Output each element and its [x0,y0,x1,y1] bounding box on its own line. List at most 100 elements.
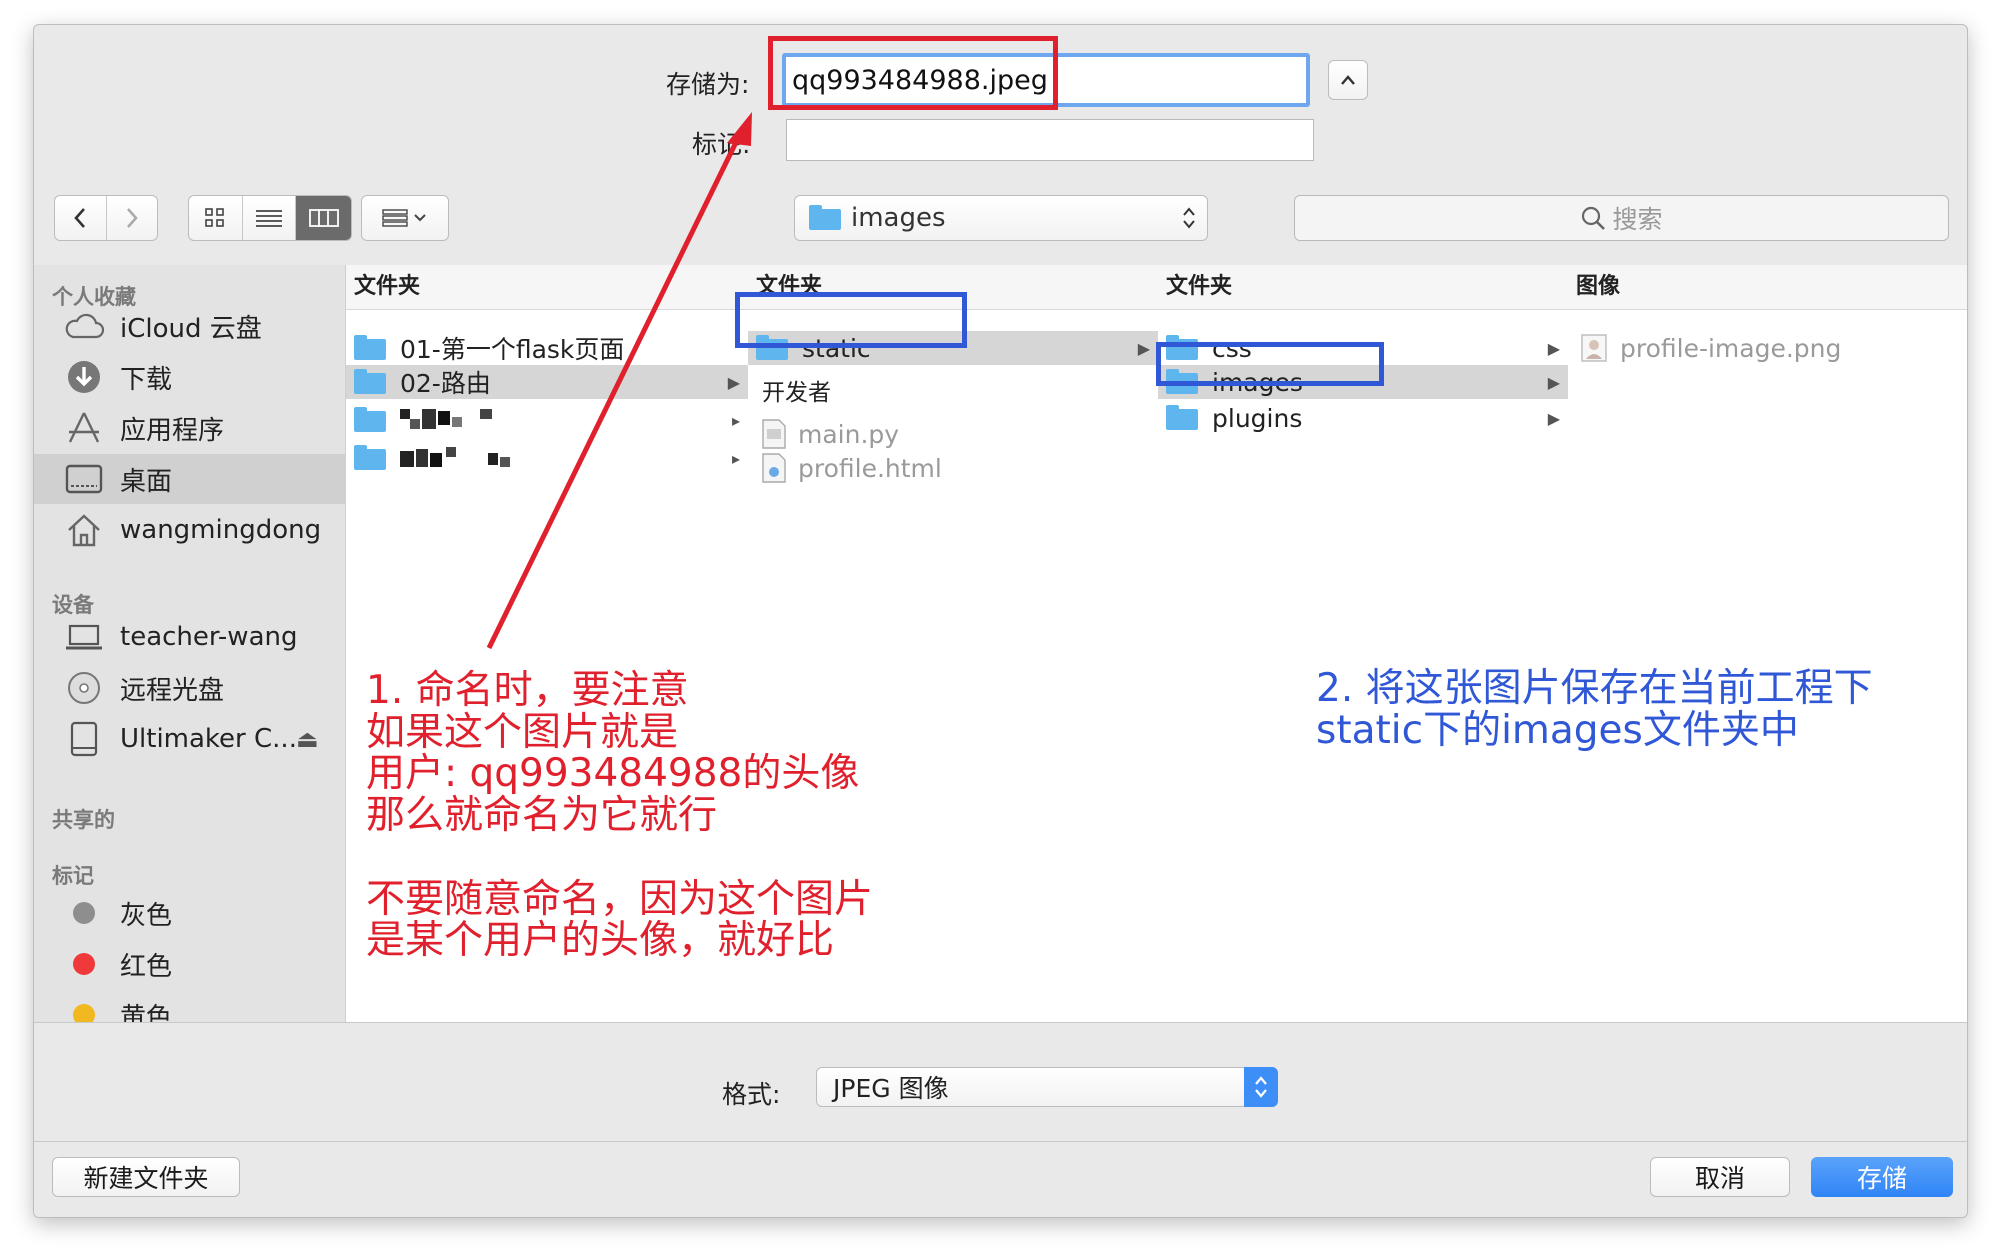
shared-header: 共享的 [52,808,115,832]
updown-icon [1183,207,1195,229]
sidebar-item-remote-disc[interactable]: 远程光盘 [34,663,345,713]
folder-row[interactable]: 01-第一个flask页面 [346,331,748,365]
folder-row[interactable]: 02-路由 ▶ [346,365,748,399]
tag-dot-icon [62,895,106,931]
format-popup[interactable]: JPEG 图像 [816,1067,1278,1107]
search-placeholder: 搜索 [1612,205,1663,234]
folder-icon [354,369,386,394]
python-file-icon [762,419,786,449]
chevron-right-icon [126,208,138,228]
folder-icon [809,205,841,230]
folder-label: 01-第一个flask页面 [400,335,625,364]
sidebar-item-desktop[interactable]: 桌面 [34,454,345,504]
file-row: main.py [748,417,1158,451]
file-label: profile.html [798,453,942,483]
arrange-button[interactable] [361,195,449,241]
sidebar-item-label: 远程光盘 [120,675,225,706]
cancel-button[interactable]: 取消 [1650,1157,1790,1197]
icon-view-button[interactable] [189,196,243,240]
sidebar-item-teacher-wang[interactable]: teacher-wang [34,612,345,662]
sidebar-item-label: 黄色 [120,1002,173,1023]
sidebar-item-label: teacher-wang [120,622,298,652]
column-header: 文件夹 [1158,265,1568,310]
cloud-icon [62,308,106,344]
desktop-icon [62,461,106,497]
tags-input[interactable] [786,119,1314,161]
column-header: 图像 [1568,265,1967,310]
images-highlight-box [1156,342,1384,386]
disclosure-arrow-icon: ▸ [731,410,740,430]
tags-label: 标记: [692,130,751,159]
sidebar: 个人收藏 iCloud 云盘 下载 应用程序 桌面 wangmingdong 设… [34,265,346,1022]
sidebar-item-applications[interactable]: 应用程序 [34,403,345,453]
file-label: main.py [798,419,900,449]
disclosure-arrow-icon: ▶ [1137,338,1150,358]
format-label: 格式: [722,1080,781,1109]
arrange-icon [382,209,426,227]
disclosure-arrow-icon: ▶ [1547,338,1560,358]
columns-icon [308,209,339,227]
folder-icon [354,445,386,470]
annotation-note-1: 1. 命名时，要注意 如果这个图片就是 用户: qq993484988的头像 那… [366,668,874,964]
image-file-icon [1581,334,1607,362]
nav-segment [54,195,158,241]
static-highlight-box [735,292,967,348]
folder-icon [354,407,386,432]
updown-icon [1244,1067,1278,1107]
sidebar-item-label: 下载 [120,364,173,395]
location-popup[interactable]: images [794,195,1208,241]
applications-icon [62,410,106,446]
save-button[interactable]: 存储 [1811,1157,1953,1197]
tag-dot-icon [62,946,106,982]
file-row: profile-image.png [1568,331,1967,365]
folder-row-redacted[interactable]: ▸ [346,403,748,437]
folder-row-redacted[interactable]: ▸ [346,441,748,475]
redacted-mosaic [400,409,492,429]
disc-icon [62,670,106,706]
folder-label: 02-路由 [400,369,491,398]
list-view-button[interactable] [243,196,297,240]
sidebar-item-label: 桌面 [120,466,173,497]
sidebar-tag-gray[interactable]: 灰色 [34,888,345,938]
chevron-left-icon [74,208,86,228]
sidebar-item-downloads[interactable]: 下载 [34,352,345,402]
drive-icon [62,721,106,757]
eject-icon[interactable]: ⏏ [296,725,319,753]
sidebar-tag-red[interactable]: 红色 [34,939,345,989]
file-row: profile.html [748,451,1158,485]
search-field[interactable]: 搜索 [1294,195,1949,241]
laptop-icon [62,619,106,655]
html-file-icon [762,453,786,483]
disclosure-arrow-icon: ▶ [1547,372,1560,392]
sidebar-item-icloud[interactable]: iCloud 云盘 [34,301,345,351]
sidebar-tag-yellow[interactable]: 黄色 [34,990,345,1022]
list-icon [256,210,283,227]
disclosure-arrow-icon: ▶ [1547,408,1560,428]
back-button[interactable] [55,196,107,240]
forward-button[interactable] [107,196,158,240]
disclosure-arrow-icon: ▸ [731,448,740,468]
folder-row[interactable]: plugins ▶ [1158,401,1568,435]
sidebar-item-home[interactable]: wangmingdong [34,505,345,555]
disclosure-arrow-icon: ▶ [727,372,740,392]
sidebar-item-ultimaker[interactable]: Ultimaker C... ⏏ [34,714,345,764]
bottom-bar: 格式: JPEG 图像 新建文件夹 取消 存储 [34,1022,1967,1217]
tag-dot-icon [62,997,106,1022]
folder-label: plugins [1212,403,1303,433]
annotation-note-2: 2. 将这张图片保存在当前工程下 static下的images文件夹中 [1316,666,1873,753]
search-icon [1582,206,1606,230]
grid-icon [205,208,225,227]
new-folder-button[interactable]: 新建文件夹 [52,1157,240,1197]
collapse-button[interactable] [1328,60,1368,100]
sidebar-item-label: 灰色 [120,900,173,931]
divider [34,1141,1967,1142]
chevron-up-icon [1341,75,1355,85]
sidebar-item-label: 红色 [120,951,173,982]
home-icon [62,512,106,548]
format-value: JPEG 图像 [833,1074,949,1103]
column-view-button[interactable] [296,196,351,240]
save-dialog: 存储为: qq993484988.jpeg 标记: images 搜索 个人收藏… [33,24,1968,1218]
column-4: 图像 profile-image.png [1568,265,1967,1022]
section-header: 开发者 [762,380,831,406]
sidebar-item-label: wangmingdong [120,515,322,545]
